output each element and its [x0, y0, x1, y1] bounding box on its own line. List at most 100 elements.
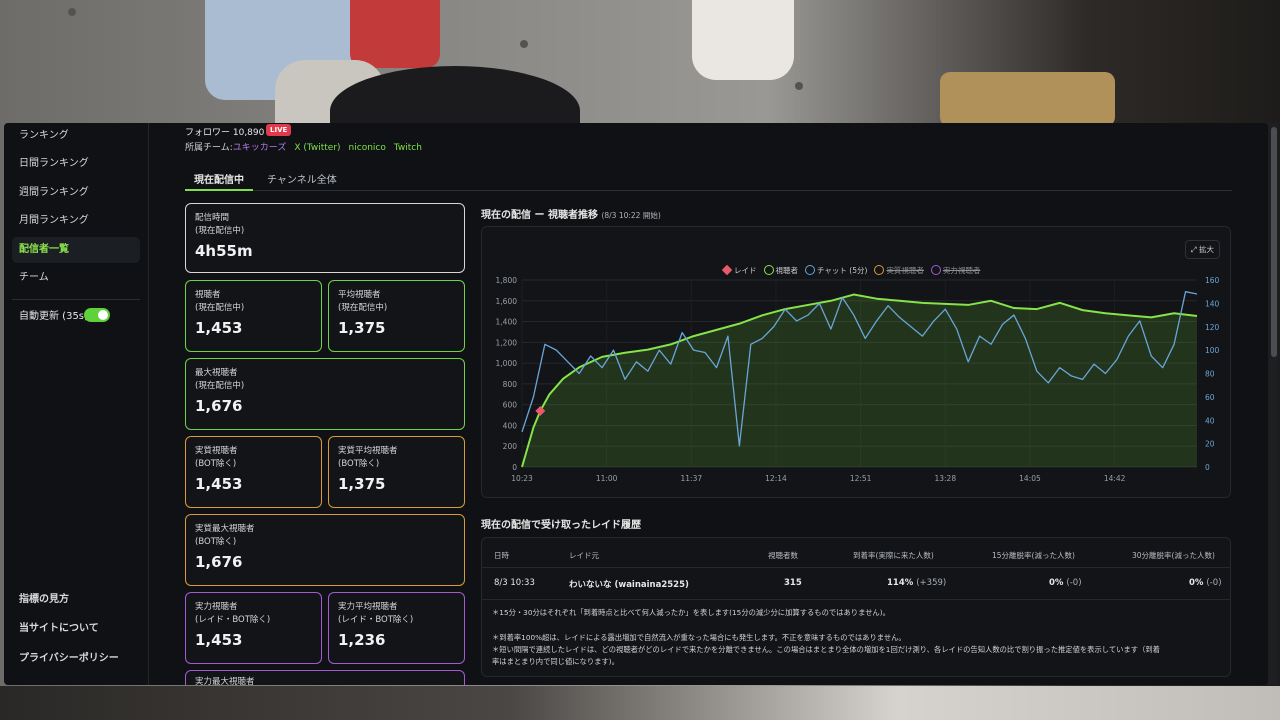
chart-title-text: 現在の配信 ー 視聴者推移: [481, 210, 598, 221]
live-badge: LIVE: [266, 124, 292, 136]
viewer-chart-panel: 0 200 400 600 800 1,000 1,200 1,400 1,600 1,800 0 2…: [481, 226, 1231, 498]
stat-value: 1,676: [195, 553, 243, 571]
y-left-tick-label: 1,200: [496, 338, 518, 347]
legend-label: レイド: [734, 266, 757, 275]
sidebar-item-metrics-guide[interactable]: 指標の見方: [12, 587, 140, 613]
col-leave30: 30分離脱率(減った人数): [1132, 551, 1215, 560]
stat-value: 1,676: [195, 397, 243, 415]
legend-item[interactable]: 実質視聴者: [874, 265, 924, 276]
auto-update-label: 自動更新 (35s): [19, 311, 88, 322]
raid-note: ＊到着率100%超は、レイドによる露出増加で自然流入が重なった場合にも発生します…: [492, 633, 906, 642]
tab-channel-overall[interactable]: チャンネル全体: [267, 171, 337, 191]
page-scrollbar[interactable]: [1270, 123, 1278, 685]
raid-leave15-count: (-0): [1066, 578, 1082, 588]
x-tick-label: 11:37: [681, 474, 703, 483]
stat-card-skill-avg-viewers: 実力平均視聴者 (レイド・BOT除く) 1,236: [328, 592, 465, 664]
sidebar-item-daily-ranking[interactable]: 日間ランキング: [12, 151, 140, 177]
sidebar-divider: [12, 299, 140, 300]
legend-item[interactable]: チャット (5分): [805, 265, 867, 276]
raid-leave30-count: (-0): [1206, 578, 1222, 588]
legend-item[interactable]: 視聴者: [763, 265, 799, 276]
x-tick-label: 10:23: [511, 474, 533, 483]
twitch-link[interactable]: Twitch: [394, 143, 422, 153]
stat-card-stream-time: 配信時間 (現在配信中) 4h55m: [185, 203, 465, 273]
sidebar-item-streamers[interactable]: 配信者一覧: [12, 237, 140, 263]
legend-item[interactable]: 実力視聴者: [930, 265, 980, 276]
stat-value: 1,375: [338, 475, 386, 493]
sidebar-item-weekly-ranking[interactable]: 週間ランキング: [12, 180, 140, 206]
stat-label: 最大視聴者 (現在配信中): [195, 368, 245, 391]
stat-label: 実質最大視聴者 (BOT除く): [195, 524, 255, 547]
follower-count: フォロワー 10,890: [185, 128, 265, 138]
sidebar-item-about[interactable]: 当サイトについて: [12, 616, 140, 642]
y-right-tick-label: 140: [1205, 299, 1220, 308]
col-viewers: 視聴者数: [768, 551, 798, 560]
sidebar-item-ranking[interactable]: ランキング: [12, 123, 140, 149]
y-left-tick-label: 800: [503, 380, 518, 389]
tab-current-stream[interactable]: 現在配信中: [185, 171, 253, 191]
sidebar-item-monthly-ranking[interactable]: 月間ランキング: [12, 208, 140, 234]
x-tick-label: 14:05: [1019, 474, 1041, 483]
legend-label: チャット (5分): [817, 266, 868, 275]
stat-value: 1,453: [195, 631, 243, 649]
auto-update-toggle[interactable]: [84, 308, 110, 322]
sidebar: ランキング 日間ランキング 週間ランキング 月間ランキング 配信者一覧 チーム …: [4, 123, 149, 685]
stat-label: 実力平均視聴者 (レイド・BOT除く): [338, 602, 414, 625]
niconico-link[interactable]: niconico: [349, 143, 386, 153]
stat-value: 1,375: [338, 319, 386, 337]
main-content: フォロワー 10,890 LIVE 所属チーム:ユキッカーズ X (Twitter…: [154, 123, 1268, 685]
y-right-tick-label: 120: [1205, 323, 1220, 332]
x-tick-label: 11:00: [596, 474, 618, 483]
stat-card-skill-max-viewers: 実力最大視聴者: [185, 670, 465, 685]
raid-arrival-count: (+359): [916, 578, 947, 588]
chart-subtitle: (8/3 10:22 開始): [601, 211, 661, 220]
team-link[interactable]: ユキッカーズ: [233, 143, 287, 153]
raid-leave15-rate: 0%: [1049, 578, 1064, 588]
x-twitter-link[interactable]: X (Twitter): [294, 143, 340, 153]
stat-label: 実力最大視聴者: [195, 677, 255, 685]
y-left-tick-label: 1,400: [496, 318, 518, 327]
x-tick-label: 12:14: [765, 474, 787, 483]
viewers-area: [522, 294, 1197, 467]
y-left-tick-label: 1,000: [496, 359, 518, 368]
raid-table-header: 日時 レイド元 視聴者数 到着率(実際に来た人数) 15分離脱率(減った人数) …: [482, 538, 1230, 568]
x-tick-label: 13:28: [934, 474, 956, 483]
raid-note: ＊短い間隔で連続したレイドは、どの視聴者がどのレイドで来たかを分離できません。こ…: [492, 645, 1160, 654]
team-row: 所属チーム:ユキッカーズ X (Twitter) niconico Twitch: [185, 140, 422, 153]
col-source: レイド元: [569, 551, 599, 560]
table-row: 8/3 10:33 わいないな (wainaina2525) 315 114% …: [482, 568, 1230, 600]
stat-card-skill-viewers: 実力視聴者 (レイド・BOT除く) 1,453: [185, 592, 322, 664]
stat-card-viewers: 視聴者 (現在配信中) 1,453: [185, 280, 322, 352]
y-right-tick-label: 20: [1205, 440, 1215, 449]
stat-label: 視聴者 (現在配信中): [195, 290, 245, 313]
stat-value: 1,453: [195, 475, 243, 493]
sidebar-item-privacy[interactable]: プライバシーポリシー: [12, 646, 140, 672]
raid-date: 8/3 10:33: [494, 578, 535, 588]
raid-history-title: 現在の配信で受け取ったレイド履歴: [481, 520, 641, 531]
col-arrival: 到着率(実際に来た人数): [853, 551, 934, 560]
wall-dot: [68, 8, 76, 16]
y-left-tick-label: 0: [512, 463, 517, 472]
expand-button[interactable]: ⤢ 拡大: [1184, 240, 1220, 259]
sidebar-item-team[interactable]: チーム: [12, 265, 140, 291]
lamp: [692, 0, 794, 80]
stat-value: 1,453: [195, 319, 243, 337]
legend-item[interactable]: レイド: [721, 264, 757, 276]
stat-card-max-viewers: 最大視聴者 (現在配信中) 1,676: [185, 358, 465, 430]
y-left-tick-label: 600: [503, 401, 518, 410]
wall-dot: [520, 40, 528, 48]
raid-arrival: 114% (+359): [887, 578, 946, 588]
raid-leave30-rate: 0%: [1189, 578, 1204, 588]
cardboard-box: [940, 72, 1115, 127]
y-right-tick-label: 0: [1205, 463, 1210, 472]
y-left-tick-label: 1,800: [496, 276, 518, 285]
y-left-tick-label: 400: [503, 421, 518, 430]
stat-label: 実質視聴者 (BOT除く): [195, 446, 238, 469]
stat-card-real-max-viewers: 実質最大視聴者 (BOT除く) 1,676: [185, 514, 465, 586]
legend-label: 視聴者: [775, 266, 799, 275]
raid-source[interactable]: わいないな (wainaina2525): [569, 578, 689, 590]
chart-title: 現在の配信 ー 視聴者推移 (8/3 10:22 開始): [481, 206, 661, 221]
team-prefix: 所属チーム:: [185, 143, 233, 153]
chart-legend: レイド 視聴者 チャット (5分) 実質視聴者 実力視聴者: [721, 264, 987, 276]
stat-label: 配信時間 (現在配信中): [195, 213, 245, 236]
